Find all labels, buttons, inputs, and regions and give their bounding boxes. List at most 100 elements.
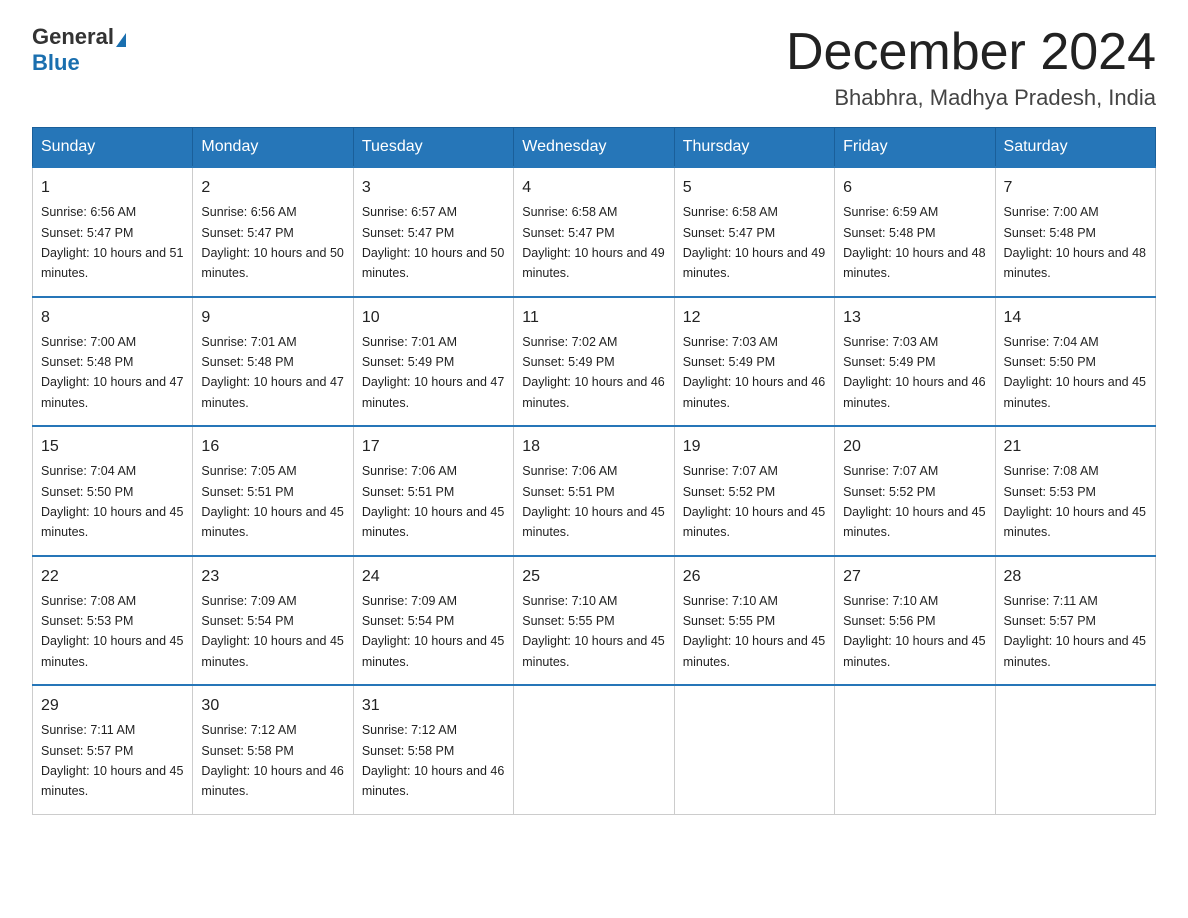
calendar-cell — [514, 685, 674, 814]
day-number: 14 — [1004, 306, 1147, 330]
day-info: Sunrise: 6:56 AMSunset: 5:47 PMDaylight:… — [201, 205, 343, 280]
calendar-cell: 28Sunrise: 7:11 AMSunset: 5:57 PMDayligh… — [995, 556, 1155, 686]
day-info: Sunrise: 7:10 AMSunset: 5:56 PMDaylight:… — [843, 594, 985, 669]
calendar-cell: 29 Sunrise: 7:11 AMSunset: 5:57 PMDayligh… — [33, 685, 193, 814]
day-number: 20 — [843, 435, 986, 459]
calendar-title: December 2024 — [786, 24, 1156, 81]
day-info: Sunrise: 7:10 AMSunset: 5:55 PMDaylight:… — [683, 594, 825, 669]
day-number: 5 — [683, 176, 826, 200]
day-info: Sunrise: 7:01 AMSunset: 5:49 PMDaylight:… — [362, 335, 504, 410]
day-info: Sunrise: 7:11 AMSunset: 5:57 PMDaylight:… — [1004, 594, 1146, 669]
calendar-cell — [995, 685, 1155, 814]
calendar-week-3: 15 Sunrise: 7:04 AMSunset: 5:50 PMDayligh… — [33, 426, 1156, 556]
logo-triangle-icon — [116, 33, 126, 47]
calendar-header-row: SundayMondayTuesdayWednesdayThursdayFrid… — [33, 128, 1156, 168]
day-number: 26 — [683, 565, 826, 589]
day-info: Sunrise: 7:03 AMSunset: 5:49 PMDaylight:… — [683, 335, 825, 410]
day-number: 1 — [41, 176, 184, 200]
day-info: Sunrise: 7:08 AMSunset: 5:53 PMDaylight:… — [1004, 464, 1146, 539]
day-info: Sunrise: 6:58 AMSunset: 5:47 PMDaylight:… — [683, 205, 825, 280]
calendar-cell: 30Sunrise: 7:12 AMSunset: 5:58 PMDayligh… — [193, 685, 353, 814]
calendar-header-monday: Monday — [193, 128, 353, 168]
calendar-cell: 6 Sunrise: 6:59 AMSunset: 5:48 PMDaylight… — [835, 167, 995, 297]
day-info: Sunrise: 7:00 AMSunset: 5:48 PMDaylight:… — [41, 335, 183, 410]
calendar-cell — [835, 685, 995, 814]
day-number: 13 — [843, 306, 986, 330]
day-number: 17 — [362, 435, 505, 459]
day-info: Sunrise: 7:03 AMSunset: 5:49 PMDaylight:… — [843, 335, 985, 410]
day-number: 23 — [201, 565, 344, 589]
day-info: Sunrise: 7:02 AMSunset: 5:49 PMDaylight:… — [522, 335, 664, 410]
calendar-cell — [674, 685, 834, 814]
day-info: Sunrise: 7:05 AMSunset: 5:51 PMDaylight:… — [201, 464, 343, 539]
calendar-cell: 20 Sunrise: 7:07 AMSunset: 5:52 PMDayligh… — [835, 426, 995, 556]
day-info: Sunrise: 7:04 AMSunset: 5:50 PMDaylight:… — [41, 464, 183, 539]
day-info: Sunrise: 6:56 AMSunset: 5:47 PMDaylight:… — [41, 205, 183, 280]
calendar-cell: 15 Sunrise: 7:04 AMSunset: 5:50 PMDayligh… — [33, 426, 193, 556]
day-info: Sunrise: 7:11 AMSunset: 5:57 PMDaylight:… — [41, 723, 183, 798]
calendar-cell: 4Sunrise: 6:58 AMSunset: 5:47 PMDaylight… — [514, 167, 674, 297]
header: General Blue December 2024 Bhabhra, Madh… — [32, 24, 1156, 111]
day-number: 4 — [522, 176, 665, 200]
calendar-cell: 19 Sunrise: 7:07 AMSunset: 5:52 PMDayligh… — [674, 426, 834, 556]
logo: General Blue — [32, 24, 126, 76]
day-info: Sunrise: 7:04 AMSunset: 5:50 PMDaylight:… — [1004, 335, 1146, 410]
calendar-cell: 17 Sunrise: 7:06 AMSunset: 5:51 PMDayligh… — [353, 426, 513, 556]
calendar-cell: 10Sunrise: 7:01 AMSunset: 5:49 PMDayligh… — [353, 297, 513, 427]
calendar-week-5: 29 Sunrise: 7:11 AMSunset: 5:57 PMDayligh… — [33, 685, 1156, 814]
day-number: 21 — [1004, 435, 1147, 459]
calendar-cell: 8 Sunrise: 7:00 AMSunset: 5:48 PMDaylight… — [33, 297, 193, 427]
day-number: 27 — [843, 565, 986, 589]
day-info: Sunrise: 7:07 AMSunset: 5:52 PMDaylight:… — [843, 464, 985, 539]
calendar-table: SundayMondayTuesdayWednesdayThursdayFrid… — [32, 127, 1156, 815]
day-number: 7 — [1004, 176, 1147, 200]
day-info: Sunrise: 7:06 AMSunset: 5:51 PMDaylight:… — [362, 464, 504, 539]
calendar-cell: 7 Sunrise: 7:00 AMSunset: 5:48 PMDaylight… — [995, 167, 1155, 297]
day-info: Sunrise: 7:08 AMSunset: 5:53 PMDaylight:… — [41, 594, 183, 669]
calendar-cell: 16Sunrise: 7:05 AMSunset: 5:51 PMDayligh… — [193, 426, 353, 556]
day-number: 29 — [41, 694, 184, 718]
day-info: Sunrise: 7:01 AMSunset: 5:48 PMDaylight:… — [201, 335, 343, 410]
calendar-cell: 21 Sunrise: 7:08 AMSunset: 5:53 PMDayligh… — [995, 426, 1155, 556]
calendar-cell: 27 Sunrise: 7:10 AMSunset: 5:56 PMDayligh… — [835, 556, 995, 686]
calendar-week-2: 8 Sunrise: 7:00 AMSunset: 5:48 PMDaylight… — [33, 297, 1156, 427]
calendar-cell: 11Sunrise: 7:02 AMSunset: 5:49 PMDayligh… — [514, 297, 674, 427]
calendar-week-1: 1 Sunrise: 6:56 AMSunset: 5:47 PMDaylight… — [33, 167, 1156, 297]
day-number: 22 — [41, 565, 184, 589]
day-number: 9 — [201, 306, 344, 330]
calendar-header-wednesday: Wednesday — [514, 128, 674, 168]
calendar-cell: 14 Sunrise: 7:04 AMSunset: 5:50 PMDayligh… — [995, 297, 1155, 427]
calendar-week-4: 22 Sunrise: 7:08 AMSunset: 5:53 PMDayligh… — [33, 556, 1156, 686]
calendar-cell: 1 Sunrise: 6:56 AMSunset: 5:47 PMDaylight… — [33, 167, 193, 297]
day-number: 30 — [201, 694, 344, 718]
calendar-cell: 9 Sunrise: 7:01 AMSunset: 5:48 PMDaylight… — [193, 297, 353, 427]
calendar-cell: 5 Sunrise: 6:58 AMSunset: 5:47 PMDaylight… — [674, 167, 834, 297]
day-number: 19 — [683, 435, 826, 459]
day-info: Sunrise: 7:06 AMSunset: 5:51 PMDaylight:… — [522, 464, 664, 539]
day-info: Sunrise: 6:59 AMSunset: 5:48 PMDaylight:… — [843, 205, 985, 280]
calendar-cell: 24Sunrise: 7:09 AMSunset: 5:54 PMDayligh… — [353, 556, 513, 686]
title-area: December 2024 Bhabhra, Madhya Pradesh, I… — [786, 24, 1156, 111]
calendar-header-saturday: Saturday — [995, 128, 1155, 168]
day-info: Sunrise: 7:12 AMSunset: 5:58 PMDaylight:… — [362, 723, 504, 798]
calendar-header-thursday: Thursday — [674, 128, 834, 168]
calendar-header-tuesday: Tuesday — [353, 128, 513, 168]
calendar-cell: 31Sunrise: 7:12 AMSunset: 5:58 PMDayligh… — [353, 685, 513, 814]
calendar-header-sunday: Sunday — [33, 128, 193, 168]
day-number: 15 — [41, 435, 184, 459]
day-number: 2 — [201, 176, 344, 200]
calendar-cell: 18Sunrise: 7:06 AMSunset: 5:51 PMDayligh… — [514, 426, 674, 556]
calendar-cell: 13 Sunrise: 7:03 AMSunset: 5:49 PMDayligh… — [835, 297, 995, 427]
day-number: 25 — [522, 565, 665, 589]
day-info: Sunrise: 7:09 AMSunset: 5:54 PMDaylight:… — [362, 594, 504, 669]
day-info: Sunrise: 7:07 AMSunset: 5:52 PMDaylight:… — [683, 464, 825, 539]
calendar-cell: 2 Sunrise: 6:56 AMSunset: 5:47 PMDaylight… — [193, 167, 353, 297]
calendar-cell: 26 Sunrise: 7:10 AMSunset: 5:55 PMDayligh… — [674, 556, 834, 686]
day-number: 6 — [843, 176, 986, 200]
day-number: 8 — [41, 306, 184, 330]
day-info: Sunrise: 7:00 AMSunset: 5:48 PMDaylight:… — [1004, 205, 1146, 280]
calendar-cell: 12 Sunrise: 7:03 AMSunset: 5:49 PMDayligh… — [674, 297, 834, 427]
logo-blue-text: Blue — [32, 50, 80, 76]
calendar-cell: 3Sunrise: 6:57 AMSunset: 5:47 PMDaylight… — [353, 167, 513, 297]
day-number: 12 — [683, 306, 826, 330]
